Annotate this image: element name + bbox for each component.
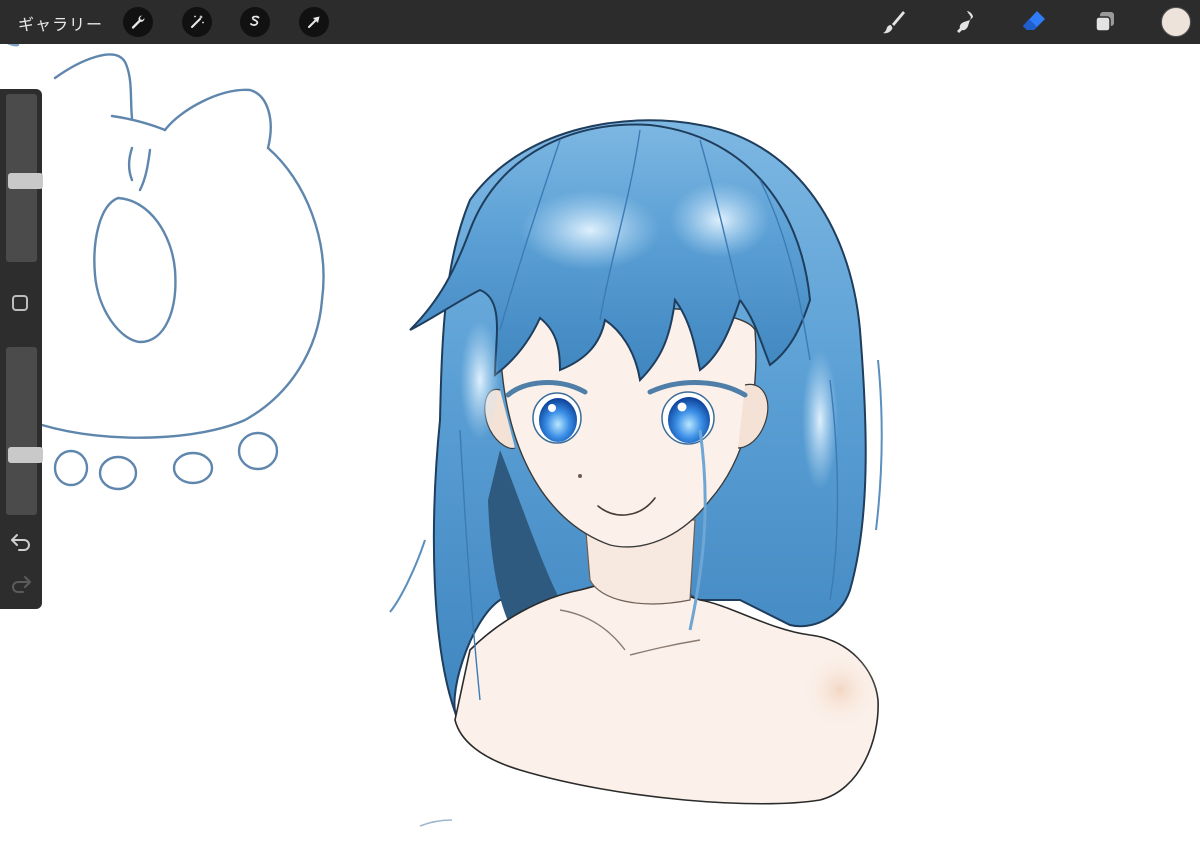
gallery-button[interactable]: ギャラリー (18, 11, 103, 35)
brush-icon (883, 11, 905, 34)
brush-size-slider[interactable] (6, 94, 43, 262)
left-sidebar (0, 89, 43, 609)
undo-icon[interactable] (9, 531, 33, 551)
top-toolbar: ギャラリー (0, 0, 1200, 44)
artwork (0, 38, 883, 827)
selection-s-icon (250, 15, 260, 26)
wrench-icon (131, 15, 145, 29)
layers-button[interactable] (1089, 6, 1121, 38)
color-picker-button[interactable] (1161, 7, 1191, 37)
eraser-tool-button[interactable] (1018, 6, 1050, 38)
brush-tool-button[interactable] (878, 6, 910, 38)
smudge-tool-button[interactable] (948, 6, 980, 38)
layers-icon (1095, 12, 1114, 32)
arrow-cursor-icon (308, 16, 320, 28)
magic-wand-icon (191, 15, 204, 28)
adjustments-button[interactable] (182, 7, 212, 37)
sketch-outline (0, 38, 325, 491)
brush-opacity-slider[interactable] (6, 347, 43, 515)
brush-size-handle[interactable] (8, 173, 43, 189)
actions-button[interactable] (123, 7, 153, 37)
drawing-canvas[interactable] (0, 38, 1200, 838)
smudge-icon (957, 11, 973, 33)
modify-button[interactable] (12, 295, 28, 311)
redo-icon[interactable] (9, 573, 33, 593)
selection-button[interactable] (240, 7, 270, 37)
transform-button[interactable] (299, 7, 329, 37)
brush-opacity-handle[interactable] (8, 447, 43, 463)
eraser-icon (1023, 11, 1045, 30)
